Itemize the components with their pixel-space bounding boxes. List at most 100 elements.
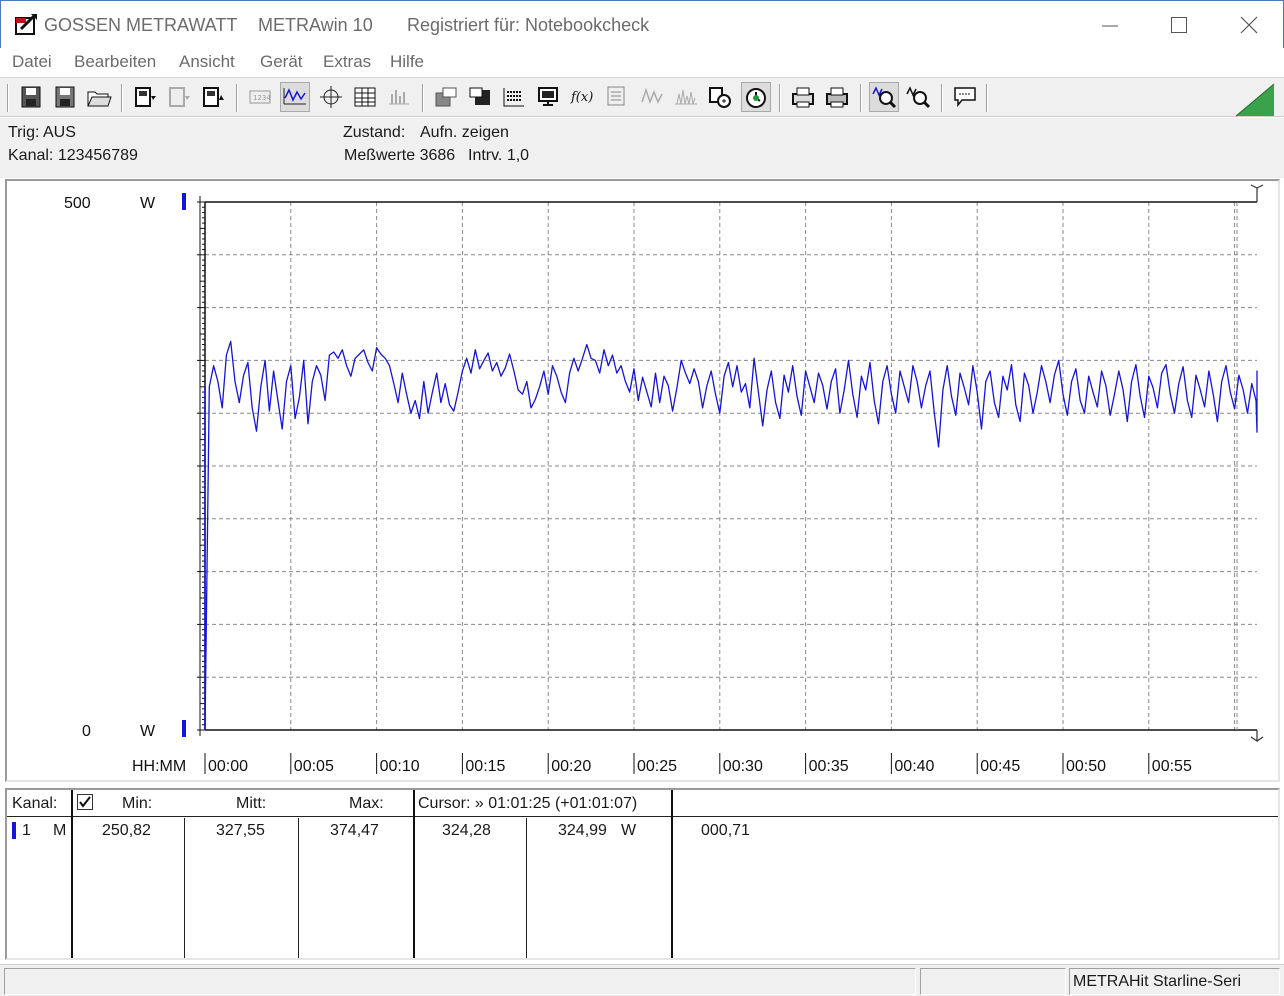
cursor-markers[interactable] (204, 184, 1264, 743)
x-tick-label: 00:25 (637, 758, 677, 775)
toolbar-separator (7, 84, 9, 112)
toolbar: 1234 f(x) (0, 77, 1284, 117)
trigger-status: Trig: AUS (8, 124, 76, 141)
device-read-icon[interactable] (132, 84, 158, 110)
y-axis-ticks (197, 196, 205, 736)
row-max: 374,47 (330, 822, 379, 839)
open-folder-icon[interactable] (86, 84, 112, 110)
menu-extras[interactable]: Extras (323, 52, 371, 72)
y-axis-unit-bottom: W (140, 723, 156, 740)
row-min: 250,82 (102, 822, 151, 839)
col-header-max: Max: (349, 795, 384, 812)
print-icon[interactable] (824, 84, 850, 110)
timer-trigger-icon[interactable] (741, 82, 771, 112)
app-logo-icon (13, 12, 39, 36)
registration-text: Registriert für: Notebookcheck (407, 15, 650, 35)
status-pane-middle (920, 968, 1066, 995)
row-mitt: 327,55 (216, 822, 265, 839)
x-tick-label: 00:15 (465, 758, 505, 775)
maximize-button[interactable] (1156, 7, 1202, 43)
table-header-divider (7, 816, 1278, 817)
svg-text:1234: 1234 (253, 94, 271, 102)
cursor-top-handle (1250, 184, 1264, 202)
y-axis-min-label: 0 (82, 723, 91, 740)
computer-icon[interactable] (535, 84, 561, 110)
row-cursor1: 324,28 (442, 822, 491, 839)
channel-marker-bottom[interactable] (182, 720, 186, 737)
minimize-button[interactable] (1087, 7, 1133, 43)
x-tick-label: 00:05 (294, 758, 334, 775)
power-trace-line (204, 340, 1258, 731)
menu-ansicht[interactable]: Ansicht (179, 52, 235, 72)
toolbar-separator (422, 84, 424, 112)
table-column-divider (413, 790, 415, 958)
channel-color-swatch (12, 822, 16, 839)
zoom-out-icon[interactable] (905, 84, 931, 110)
col-header-cursor: Cursor: » 01:01:25 (+01:01:07) (418, 795, 638, 812)
toolbar-separator (121, 84, 123, 112)
zoom-chart-icon[interactable] (869, 82, 899, 112)
status-pane-main (4, 968, 916, 995)
menu-datei[interactable]: Datei (12, 52, 52, 72)
channel-list: Kanal: 123456789 (8, 147, 138, 164)
export-icon[interactable] (433, 84, 459, 110)
menu-bar: Datei Bearbeiten Ansicht Gerät Extras Hi… (0, 48, 1284, 76)
save-as-icon[interactable] (52, 84, 78, 110)
x-tick-label: 00:40 (894, 758, 934, 775)
spectrum-icon[interactable] (673, 84, 699, 110)
sample-count: Meßwerte 3686 (344, 147, 456, 164)
power-chart[interactable]: 500 W 0 W HH:MM 00:00 00:05 00:10 00:15 00:2… (7, 181, 1278, 780)
toolbar-separator (236, 84, 238, 112)
bar-view-icon[interactable] (386, 84, 412, 110)
row-channel: 1 (22, 822, 31, 839)
channel-marker-top[interactable] (182, 193, 186, 210)
waveform-icon[interactable] (639, 84, 665, 110)
formula-icon[interactable]: f(x) (569, 84, 595, 110)
toolbar-separator (941, 84, 943, 112)
y-axis-max-label: 500 (64, 195, 91, 212)
device-disabled-icon[interactable] (166, 84, 192, 110)
col-header-mitt: Mitt: (236, 795, 267, 812)
x-axis-ticks: 00:00 00:05 00:10 00:15 00:20 00:25 00:30 00:35… (204, 753, 1192, 775)
x-tick-label: 00:20 (551, 758, 591, 775)
print-preview-icon[interactable] (790, 84, 816, 110)
toolbar-separator (986, 84, 988, 112)
show-all-checkbox[interactable] (77, 794, 93, 810)
import-icon[interactable] (467, 84, 493, 110)
x-tick-label: 00:35 (809, 758, 849, 775)
device-write-icon[interactable] (200, 84, 226, 110)
row-unit: W (621, 822, 637, 839)
row-mode: M (53, 822, 67, 839)
interval-value: Intrv. 1,0 (468, 147, 530, 164)
settings-device-icon[interactable] (707, 84, 733, 110)
close-button[interactable] (1226, 7, 1272, 43)
xy-view-icon[interactable] (318, 84, 344, 110)
menu-hilfe[interactable]: Hilfe (390, 52, 424, 72)
table-view-icon[interactable] (352, 84, 378, 110)
measurement-list-icon[interactable] (501, 84, 527, 110)
toolbar-separator (860, 84, 862, 112)
line-chart-view-icon[interactable] (280, 82, 310, 112)
x-tick-label: 00:10 (380, 758, 420, 775)
chart-panel: 500 W 0 W HH:MM 00:00 00:05 00:10 00:15 00:2… (5, 179, 1280, 782)
col-header-kanal: Kanal: (12, 795, 58, 812)
col-header-min: Min: (122, 795, 153, 812)
comment-icon[interactable] (952, 84, 978, 110)
state-label: Zustand: (343, 124, 406, 141)
state-value: Aufn. zeigen (420, 124, 509, 141)
app-title: METRAwin 10 (258, 15, 373, 35)
menu-geraet[interactable]: Gerät (260, 52, 303, 72)
digital-display-icon[interactable]: 1234 (247, 84, 273, 110)
brand-name: GOSSEN METRAWATT (44, 15, 238, 35)
info-panel: Trig: AUS Kanal: 123456789 Zustand: Aufn… (0, 118, 1284, 178)
save-file-icon[interactable] (18, 84, 44, 110)
table-column-divider (71, 790, 73, 958)
y-axis-unit-top: W (140, 195, 156, 212)
menu-bearbeiten[interactable]: Bearbeiten (74, 52, 156, 72)
table-row[interactable]: 1 M 250,82 327,55 374,47 324,28 324,99 W… (7, 818, 1278, 844)
row-diff: 000,71 (701, 822, 750, 839)
status-device-name: METRAHit Starline-Seri (1069, 968, 1280, 995)
printer-device-icon[interactable] (603, 84, 629, 110)
x-tick-label: 00:30 (723, 758, 763, 775)
x-tick-label: 00:55 (1152, 758, 1192, 775)
